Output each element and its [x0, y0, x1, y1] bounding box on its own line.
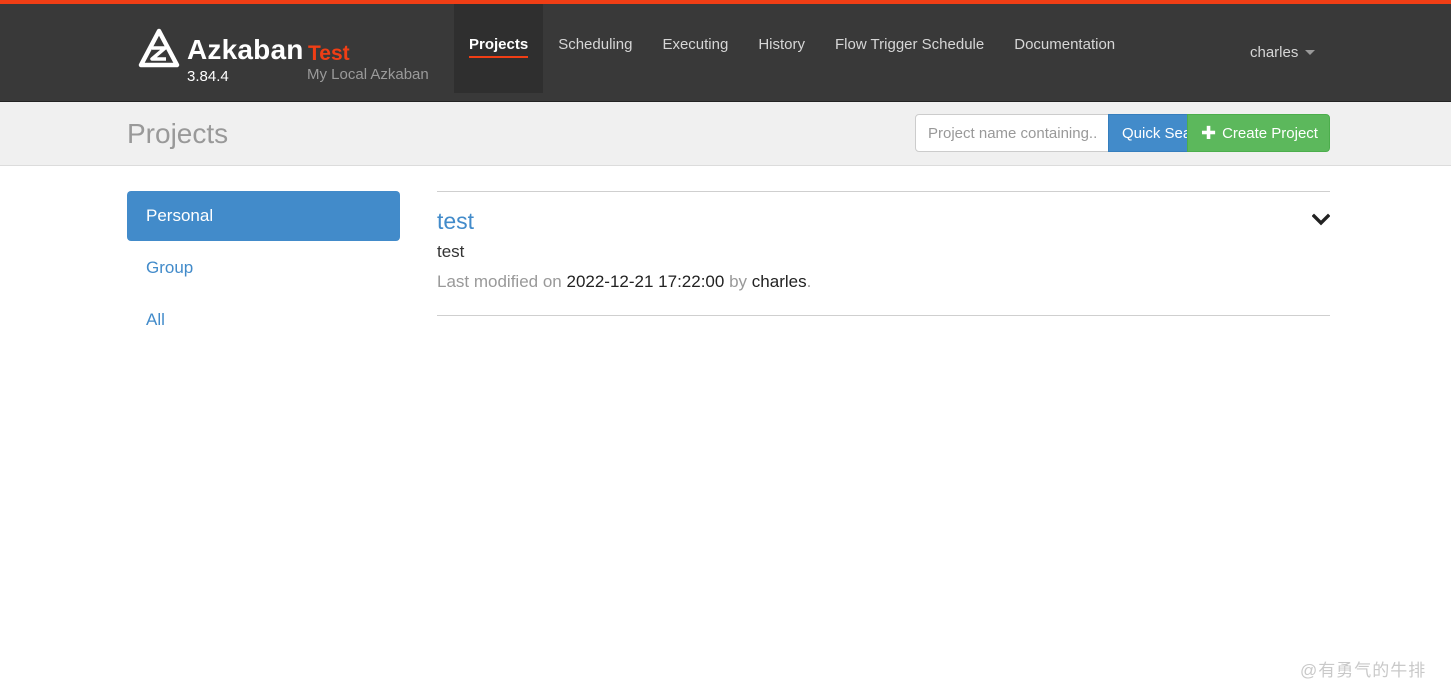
project-list: test test Last modified on 2022-12-21 17…: [437, 191, 1330, 316]
chevron-down-icon[interactable]: [1312, 212, 1330, 228]
nav-history[interactable]: History: [743, 4, 820, 93]
user-menu[interactable]: charles: [1250, 44, 1316, 61]
project-modified-by: charles: [751, 272, 807, 291]
caret-down-icon: [1305, 50, 1316, 55]
brand-subtitle: My Local Azkaban: [307, 66, 429, 83]
page-title: Projects: [127, 118, 229, 149]
brand-name[interactable]: Azkaban: [187, 34, 304, 66]
nav-scheduling[interactable]: Scheduling: [543, 4, 647, 93]
nav-executing[interactable]: Executing: [647, 4, 743, 93]
project-modified-time: 2022-12-21 17:22:00: [566, 272, 725, 291]
filter-group[interactable]: Group: [127, 243, 400, 293]
quick-search-button[interactable]: Quick Search: [1108, 114, 1188, 152]
project-search-input[interactable]: [915, 114, 1109, 152]
project-filter-menu: Personal Group All: [127, 191, 400, 347]
filter-all[interactable]: All: [127, 295, 400, 345]
watermark: @有勇气的牛排: [1300, 661, 1427, 680]
project-modified-info: Last modified on 2022-12-21 17:22:00 by …: [437, 272, 812, 291]
brand-environment: Test: [308, 42, 350, 65]
create-project-button[interactable]: ✚ Create Project: [1187, 114, 1330, 152]
user-name: charles: [1250, 44, 1299, 61]
nav-flow-trigger-schedule[interactable]: Flow Trigger Schedule: [820, 4, 999, 93]
top-navbar: Azkaban Test 3.84.4 My Local Azkaban Pro…: [0, 0, 1451, 102]
filter-personal[interactable]: Personal: [127, 191, 400, 241]
main-nav: Projects Scheduling Executing History Fl…: [454, 4, 1130, 93]
brand-version: 3.84.4: [187, 68, 229, 85]
nav-documentation[interactable]: Documentation: [999, 4, 1130, 93]
nav-projects[interactable]: Projects: [454, 4, 544, 93]
project-name-link[interactable]: test: [437, 208, 474, 235]
plus-icon: ✚: [1201, 123, 1217, 143]
azkaban-logo-icon[interactable]: [138, 28, 180, 70]
project-description: test: [437, 242, 465, 261]
page-header: Projects Quick Search ✚ Create Project: [0, 102, 1451, 166]
